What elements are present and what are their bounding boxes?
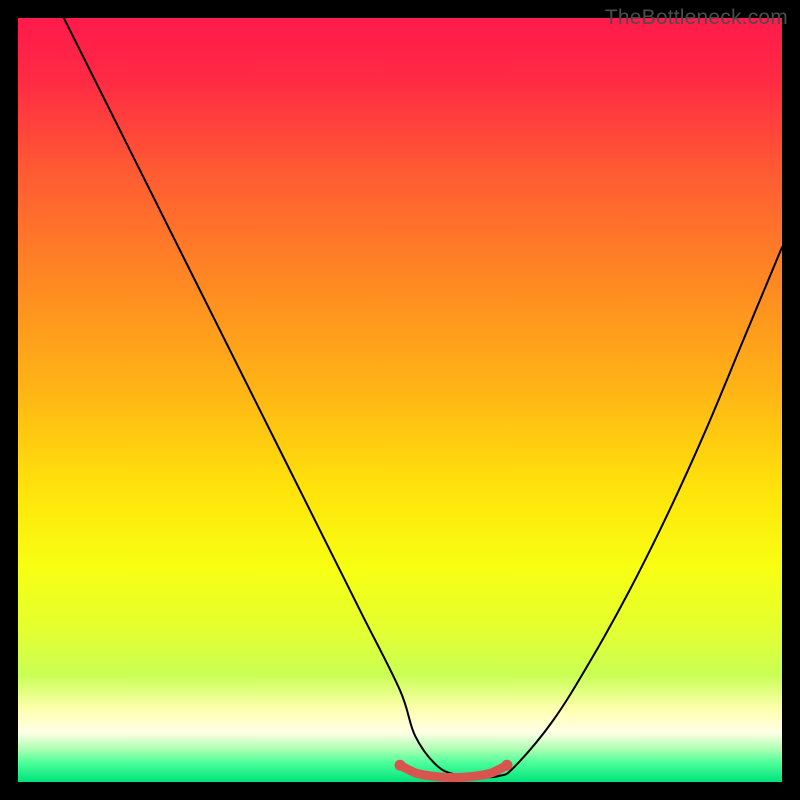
watermark-text: TheBottleneck.com — [605, 6, 788, 30]
plot-area — [18, 18, 782, 782]
chart-svg — [18, 18, 782, 782]
chart-frame: TheBottleneck.com — [0, 0, 800, 800]
optimal-range-end-dot — [501, 760, 512, 771]
optimal-range-start-dot — [395, 760, 406, 771]
gradient-background — [18, 18, 782, 782]
